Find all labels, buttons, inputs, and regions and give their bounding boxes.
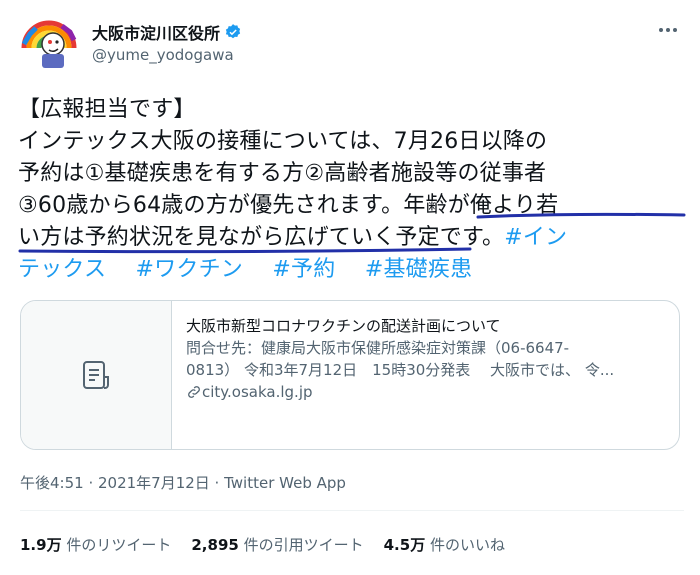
card-thumbnail <box>21 301 172 449</box>
tweet-line: テックス #ワクチン #予約 #基礎疾患 <box>18 254 688 286</box>
retweets-stat[interactable]: 1.9万 件のリツイート <box>20 534 171 555</box>
quotes-count: 2,895 <box>191 536 239 554</box>
quotes-label: 件の引用ツイート <box>243 536 364 554</box>
tweet-line: 【広報担当です】 <box>18 97 196 122</box>
avatar[interactable] <box>20 14 78 72</box>
underlined-text: い方は予約状況を見ながら広げていく <box>18 225 396 250</box>
hashtag-link[interactable]: テックス <box>18 257 106 282</box>
retweets-count: 1.9万 <box>20 536 62 554</box>
card-domain-text: city.osaka.lg.jp <box>202 383 313 401</box>
document-icon <box>83 361 109 389</box>
divider <box>20 510 684 511</box>
tweet-line: ③60歳から64歳の方が優先されます。年齢が俺より若 <box>18 190 688 222</box>
tweet-text-segment: 予定です。 <box>395 225 505 250</box>
card-title: 大阪市新型コロナワクチンの配送計画について <box>186 317 501 335</box>
underlined-text: 年齢が俺より若 <box>403 193 559 218</box>
card-domain: city.osaka.lg.jp <box>186 381 614 403</box>
retweets-label: 件のリツイート <box>66 536 172 554</box>
display-name[interactable]: 大阪市淀川区役所 <box>92 20 220 44</box>
hashtag-link[interactable]: #イン <box>504 225 567 250</box>
link-icon <box>188 386 200 398</box>
card-body: 大阪市新型コロナワクチンの配送計画について 問合せ先：健康局大阪市保健所感染症対… <box>172 301 628 449</box>
tweet-text-segment: ③60歳から64歳の方が優先されます。 <box>18 193 404 218</box>
tweet-timestamp[interactable]: 午後4:51 · 2021年7月12日 · Twitter Web App <box>20 472 346 493</box>
tweet-stats: 1.9万 件のリツイート 2,895 件の引用ツイート 4.5万 件のいいね <box>20 534 525 555</box>
likes-count: 4.5万 <box>383 536 426 554</box>
tweet-header: 大阪市淀川区役所 @yume_yodogawa <box>18 12 682 72</box>
name-row: 大阪市淀川区役所 <box>92 20 242 44</box>
card-description: 問合せ先：健康局大阪市保健所感染症対策課（06-6647- <box>186 339 570 357</box>
hashtag-link[interactable]: #予約 <box>272 257 335 282</box>
likes-stat[interactable]: 4.5万 件のいいね <box>384 534 505 555</box>
tweet-text: 【広報担当です】 インテックス大阪の接種については、7月26日以降の 予約は①基… <box>18 94 688 286</box>
quotes-stat[interactable]: 2,895 件の引用ツイート <box>191 534 363 555</box>
tweet-line: い方は予約状況を見ながら広げていく予定です。#イン <box>18 222 688 254</box>
card-description: 0813） 令和3年7月12日 15時30分発表 大阪市では、 令... <box>186 361 615 379</box>
verified-badge-icon <box>225 24 241 39</box>
tweet-line: インテックス大阪の接種については、7月26日以降の <box>18 129 548 154</box>
likes-label: 件のいいね <box>429 536 505 554</box>
link-card[interactable]: 大阪市新型コロナワクチンの配送計画について 問合せ先：健康局大阪市保健所感染症対… <box>20 300 680 450</box>
hashtag-link[interactable]: #基礎疾患 <box>365 257 472 282</box>
rainbow-mascot-avatar-icon <box>20 14 78 72</box>
more-options-icon[interactable] <box>654 20 682 40</box>
handle[interactable]: @yume_yodogawa <box>92 46 234 64</box>
hashtag-link[interactable]: #ワクチン <box>136 257 243 282</box>
tweet-line: 予約は①基礎疾患を有する方②高齢者施設等の従事者 <box>18 161 547 186</box>
